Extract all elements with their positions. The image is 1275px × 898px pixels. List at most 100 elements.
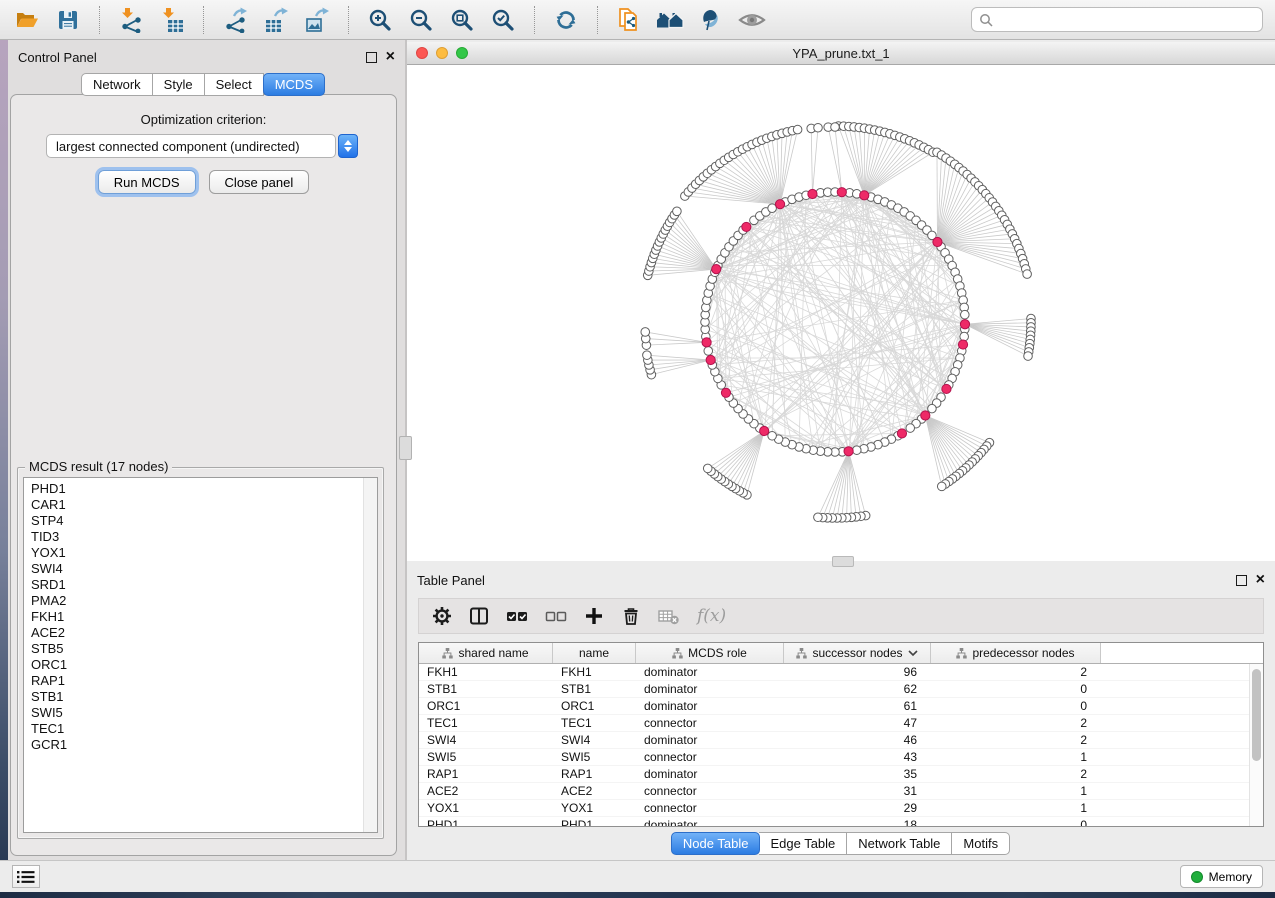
table-row[interactable]: STB1STB1dominator620 bbox=[419, 681, 1263, 698]
mcds-result-item[interactable]: SWI4 bbox=[31, 561, 377, 577]
table-row[interactable]: SWI4SWI4dominator462 bbox=[419, 732, 1263, 749]
table-cell[interactable]: dominator bbox=[636, 699, 784, 713]
search-input[interactable] bbox=[998, 12, 1255, 28]
table-cell[interactable]: 2 bbox=[931, 665, 1101, 679]
column-header-shared-name[interactable]: shared name bbox=[419, 643, 553, 663]
table-cell[interactable]: ORC1 bbox=[419, 699, 553, 713]
mcds-result-list[interactable]: PHD1CAR1STP4TID3YOX1SWI4SRD1PMA2FKH1ACE2… bbox=[23, 477, 378, 833]
delete-column-button[interactable] bbox=[621, 606, 641, 626]
table-cell[interactable]: ACE2 bbox=[553, 784, 636, 798]
table-cell[interactable]: dominator bbox=[636, 682, 784, 696]
export-network-button[interactable] bbox=[220, 5, 250, 35]
network-titlebar[interactable]: YPA_prune.txt_1 bbox=[407, 42, 1275, 65]
table-cell[interactable]: 1 bbox=[931, 750, 1101, 764]
unselect-all-columns-button[interactable] bbox=[545, 606, 567, 626]
table-cell[interactable]: 0 bbox=[931, 682, 1101, 696]
table-cell[interactable]: 31 bbox=[784, 784, 931, 798]
function-builder-button[interactable]: f(x) bbox=[697, 606, 726, 626]
table-cell[interactable]: dominator bbox=[636, 665, 784, 679]
mcds-result-item[interactable]: FKH1 bbox=[31, 609, 377, 625]
minimize-window-icon[interactable] bbox=[436, 47, 448, 59]
mcds-result-item[interactable]: STB5 bbox=[31, 641, 377, 657]
table-cell[interactable]: RAP1 bbox=[553, 767, 636, 781]
home-button[interactable] bbox=[655, 5, 685, 35]
search-field[interactable] bbox=[971, 7, 1263, 32]
mcds-result-item[interactable]: TEC1 bbox=[31, 721, 377, 737]
table-cell[interactable]: ACE2 bbox=[419, 784, 553, 798]
table-cell[interactable]: STB1 bbox=[419, 682, 553, 696]
import-table-button[interactable] bbox=[157, 5, 187, 35]
table-cell[interactable]: 96 bbox=[784, 665, 931, 679]
mcds-result-item[interactable]: YOX1 bbox=[31, 545, 377, 561]
show-columns-button[interactable] bbox=[469, 606, 489, 626]
table-row[interactable]: SWI5SWI5connector431 bbox=[419, 749, 1263, 766]
dropdown-stepper[interactable] bbox=[338, 134, 358, 158]
table-row[interactable]: ACE2ACE2connector311 bbox=[419, 783, 1263, 800]
refresh-button[interactable] bbox=[551, 5, 581, 35]
table-cell[interactable]: 35 bbox=[784, 767, 931, 781]
create-column-button[interactable] bbox=[584, 606, 604, 626]
mcds-result-item[interactable]: PMA2 bbox=[31, 593, 377, 609]
table-cell[interactable]: 62 bbox=[784, 682, 931, 696]
tab-select[interactable]: Select bbox=[205, 73, 264, 96]
table-row[interactable]: FKH1FKH1dominator962 bbox=[419, 664, 1263, 681]
table-cell[interactable]: SWI5 bbox=[419, 750, 553, 764]
table-cell[interactable]: SWI5 bbox=[553, 750, 636, 764]
tab-edge-table[interactable]: Edge Table bbox=[759, 832, 847, 855]
table-cell[interactable]: 43 bbox=[784, 750, 931, 764]
table-cell[interactable]: 47 bbox=[784, 716, 931, 730]
table-cell[interactable]: 61 bbox=[784, 699, 931, 713]
mcds-result-item[interactable]: PHD1 bbox=[31, 481, 377, 497]
mcds-result-item[interactable]: GCR1 bbox=[31, 737, 377, 753]
table-cell[interactable]: 18 bbox=[784, 818, 931, 827]
zoom-fit-button[interactable] bbox=[447, 5, 477, 35]
table-cell[interactable]: PHD1 bbox=[419, 818, 553, 827]
table-scrollbar[interactable] bbox=[1249, 664, 1263, 826]
table-cell[interactable]: FKH1 bbox=[553, 665, 636, 679]
table-cell[interactable]: connector bbox=[636, 716, 784, 730]
mcds-result-item[interactable]: SWI5 bbox=[31, 705, 377, 721]
table-cell[interactable]: PHD1 bbox=[553, 818, 636, 827]
tab-network-table[interactable]: Network Table bbox=[847, 832, 952, 855]
zoom-out-button[interactable] bbox=[406, 5, 436, 35]
tab-node-table[interactable]: Node Table bbox=[671, 832, 761, 855]
mcds-result-item[interactable]: CAR1 bbox=[31, 497, 377, 513]
column-header-name[interactable]: name bbox=[553, 643, 636, 663]
vertical-splitter-handle[interactable] bbox=[399, 436, 412, 460]
zoom-selected-button[interactable] bbox=[488, 5, 518, 35]
table-cell[interactable]: 0 bbox=[931, 818, 1101, 827]
tab-motifs[interactable]: Motifs bbox=[952, 832, 1010, 855]
import-network-button[interactable] bbox=[116, 5, 146, 35]
tab-network[interactable]: Network bbox=[81, 73, 153, 96]
table-cell[interactable]: FKH1 bbox=[419, 665, 553, 679]
show-graphics-details-button[interactable] bbox=[737, 5, 767, 35]
mcds-result-item[interactable]: SRD1 bbox=[31, 577, 377, 593]
table-row[interactable]: YOX1YOX1connector291 bbox=[419, 800, 1263, 817]
mcds-result-item[interactable]: TID3 bbox=[31, 529, 377, 545]
mcds-result-item[interactable]: STB1 bbox=[31, 689, 377, 705]
mcds-result-item[interactable]: RAP1 bbox=[31, 673, 377, 689]
table-settings-button[interactable] bbox=[432, 606, 452, 626]
table-cell[interactable]: dominator bbox=[636, 818, 784, 827]
close-window-icon[interactable] bbox=[416, 47, 428, 59]
float-panel-icon[interactable] bbox=[366, 52, 377, 63]
table-cell[interactable]: SWI4 bbox=[419, 733, 553, 747]
clone-network-button[interactable] bbox=[614, 5, 644, 35]
horizontal-splitter-handle[interactable] bbox=[832, 556, 854, 567]
table-row[interactable]: ORC1ORC1dominator610 bbox=[419, 698, 1263, 715]
network-canvas[interactable] bbox=[407, 65, 1275, 561]
table-row[interactable]: RAP1RAP1dominator352 bbox=[419, 766, 1263, 783]
table-row[interactable]: TEC1TEC1connector472 bbox=[419, 715, 1263, 732]
memory-button[interactable]: Memory bbox=[1180, 865, 1263, 888]
table-cell[interactable]: 2 bbox=[931, 716, 1101, 730]
table-cell[interactable]: YOX1 bbox=[553, 801, 636, 815]
zoom-in-button[interactable] bbox=[365, 5, 395, 35]
table-cell[interactable]: 2 bbox=[931, 733, 1101, 747]
table-cell[interactable]: 29 bbox=[784, 801, 931, 815]
tab-style[interactable]: Style bbox=[153, 73, 205, 96]
table-cell[interactable]: connector bbox=[636, 750, 784, 764]
table-cell[interactable]: TEC1 bbox=[553, 716, 636, 730]
run-mcds-button[interactable]: Run MCDS bbox=[98, 170, 196, 194]
delete-table-button[interactable] bbox=[658, 606, 680, 626]
table-cell[interactable]: 0 bbox=[931, 699, 1101, 713]
